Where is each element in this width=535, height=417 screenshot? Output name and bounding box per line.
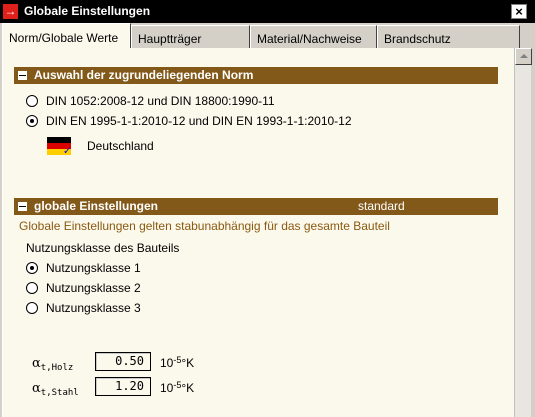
- tab-brandschutz[interactable]: Brandschutz: [377, 25, 520, 48]
- radio-button[interactable]: [26, 282, 38, 294]
- country-label: Deutschland: [87, 139, 154, 153]
- tab-norm-globale-werte[interactable]: Norm/Globale Werte: [2, 23, 131, 48]
- alpha-symbol: α: [32, 356, 41, 371]
- window-title: Globale Einstellungen: [24, 4, 151, 18]
- usage-class-label: Nutzungsklasse 1: [46, 261, 141, 275]
- alpha-stahl-input[interactable]: 1.20: [95, 377, 151, 396]
- alpha-holz-unit: 10-5°K: [160, 355, 194, 370]
- german-flag-icon: ✓: [47, 137, 72, 157]
- unit-base: 10: [160, 381, 174, 395]
- norm-option-label: DIN EN 1995-1-1:2010-12 und DIN EN 1993-…: [46, 114, 352, 128]
- close-button[interactable]: ×: [511, 4, 527, 19]
- alpha-holz-label: αt,Holz: [32, 356, 73, 373]
- alpha-symbol: α: [32, 381, 41, 396]
- global-section-title: globale Einstellungen: [34, 199, 159, 213]
- settings-mode-label: standard: [358, 199, 405, 213]
- alpha-subscript: t,Holz: [40, 363, 74, 373]
- alpha-holz-input[interactable]: 0.50: [95, 352, 151, 371]
- vertical-scrollbar[interactable]: [514, 48, 532, 417]
- title-bar: → Globale Einstellungen ×: [0, 0, 535, 23]
- global-settings-note: Globale Einstellungen gelten stabunabhän…: [19, 219, 390, 233]
- norm-section-header[interactable]: Auswahl der zugrundeliegenden Norm: [14, 67, 498, 84]
- settings-window: → Globale Einstellungen × Norm/Globale W…: [0, 0, 535, 417]
- unit-suffix: °K: [181, 381, 195, 395]
- tab-haupttraeger[interactable]: Hauptträger: [131, 25, 250, 48]
- global-section-header[interactable]: globale Einstellungen standard: [14, 198, 498, 215]
- usage-class-heading: Nutzungsklasse des Bauteils: [26, 241, 180, 255]
- radio-button-selected[interactable]: [26, 115, 38, 127]
- alpha-stahl-unit: 10-5°K: [160, 380, 194, 395]
- unit-base: 10: [160, 356, 174, 370]
- radio-button[interactable]: [26, 302, 38, 314]
- usage-class-label: Nutzungsklasse 3: [46, 301, 141, 315]
- collapse-minus-icon[interactable]: [18, 202, 27, 211]
- unit-suffix: °K: [181, 356, 195, 370]
- norm-option-label: DIN 1052:2008-12 und DIN 18800:1990-11: [46, 94, 275, 108]
- norm-section-title: Auswahl der zugrundeliegenden Norm: [34, 68, 254, 82]
- scroll-up-arrow-icon[interactable]: [515, 48, 532, 65]
- usage-class-label: Nutzungsklasse 2: [46, 281, 141, 295]
- radio-button[interactable]: [26, 95, 38, 107]
- app-arrow-icon: →: [3, 4, 18, 19]
- tab-bar: Norm/Globale Werte Hauptträger Material/…: [0, 23, 535, 48]
- checkmark-icon: ✓: [63, 146, 72, 157]
- collapse-minus-icon[interactable]: [18, 71, 27, 80]
- radio-button-selected[interactable]: [26, 262, 38, 274]
- tab-material-nachweise[interactable]: Material/Nachweise: [250, 25, 377, 48]
- alpha-subscript: t,Stahl: [40, 388, 79, 398]
- alpha-stahl-label: αt,Stahl: [32, 381, 79, 398]
